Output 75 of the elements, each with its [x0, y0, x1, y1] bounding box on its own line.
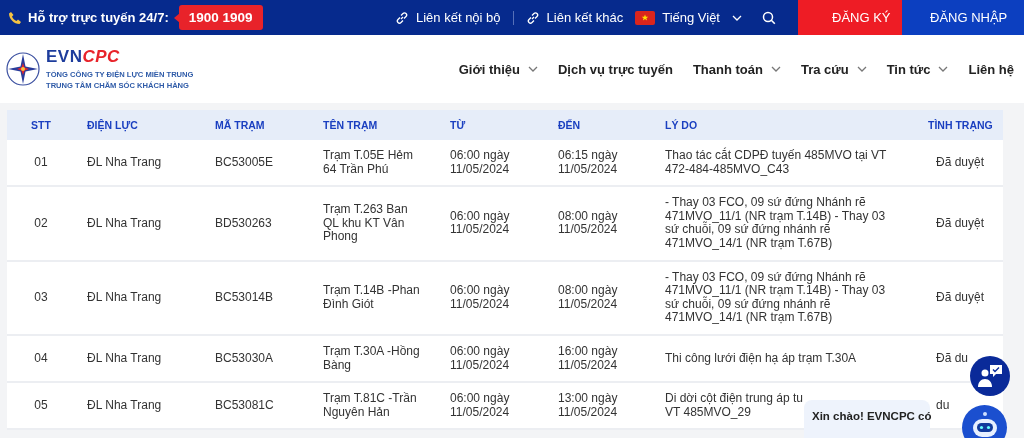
column-header: TÊN TRẠM	[311, 110, 438, 140]
table-cell: Trạm T.14B -Phan Đình Giót	[323, 283, 420, 311]
table-cell: 06:15 ngày 11/05/2024	[558, 148, 618, 176]
chevron-down-icon	[528, 66, 538, 72]
table-cell: BC53005E	[215, 154, 274, 169]
table-cell: Đã du	[936, 350, 969, 365]
support-agent-icon	[977, 364, 1003, 388]
table-cell: 08:00 ngày 11/05/2024	[558, 208, 618, 237]
table-cell: Thi công lưới điện hạ áp trạm T.30A	[665, 350, 857, 365]
chevron-down-icon	[938, 66, 949, 72]
nav-item[interactable]: Tra cứu	[800, 61, 867, 77]
table-cell: 03	[34, 289, 48, 304]
language-dropdown[interactable]: Tiếng Việt	[662, 10, 742, 25]
table-cell: ĐL Nha Trang	[87, 215, 162, 230]
column-header: ĐẾN	[546, 110, 653, 140]
table-cell: Đã duyệt	[936, 154, 985, 169]
logo-wordmark: EVNCPC	[46, 47, 121, 67]
nav-item[interactable]: Dịch vụ trực tuyến	[558, 61, 673, 77]
external-link[interactable]: Liên kết khác	[525, 10, 624, 25]
table-cell: Đã duyệt	[936, 215, 985, 230]
table-cell: BD530263	[215, 215, 272, 230]
support-label: Hỗ trợ trực tuyến 24/7:	[28, 10, 169, 25]
login-button[interactable]: ĐĂNG NHẬP	[902, 0, 1024, 35]
table-cell: Trạm T.05E Hẻm 64 Trần Phú	[323, 148, 414, 176]
table-cell: BC53081C	[215, 397, 274, 412]
flag-icon	[635, 10, 656, 25]
column-header: ĐIỆN LỰC	[75, 110, 203, 140]
table-cell: 04	[34, 350, 48, 365]
link-icon	[525, 10, 540, 25]
table-cell: 08:00 ngày 11/05/2024	[558, 283, 618, 311]
table-cell: 06:00 ngày 11/05/2024	[450, 343, 510, 372]
table-cell: Thao tác cắt CDPĐ tuyến 485MVO tại VT 472-484-485MVO_C43	[665, 148, 887, 176]
table-cell: - Thay 03 FCO, 09 sứ đứng Nhánh rẽ 471MVO_11/1 (NR trạm T.14B) - Thay 03 sứ chuỗi, 09 sứ đứng nhánh rẽ 471MVO_14/1 (NR trạm T.67B)	[665, 195, 886, 250]
table-cell: Trạm T.263 Ban QL khu KT Vân Phong	[323, 202, 408, 244]
table-cell: BC53030A	[215, 350, 274, 365]
table-cell: 01	[34, 154, 48, 169]
table-cell: Đã duyệt	[936, 289, 985, 304]
column-header: TỪ	[438, 110, 546, 140]
nav-item[interactable]: Thanh toán	[692, 61, 781, 77]
internal-link[interactable]: Liên kết nội bộ	[395, 10, 501, 25]
table-cell: ĐL Nha Trang	[87, 397, 162, 412]
nav-item[interactable]: Liên hệ	[968, 61, 1014, 77]
table-cell: ĐL Nha Trang	[87, 289, 162, 304]
table-cell: 02	[34, 215, 48, 230]
table-cell: ĐL Nha Trang	[87, 350, 162, 365]
link-icon	[395, 10, 409, 25]
table-cell: 05	[34, 397, 48, 412]
column-header: LÝ DO	[653, 110, 900, 140]
chevron-down-icon	[732, 14, 742, 21]
table-cell: 13:00 ngày 11/05/2024	[558, 391, 618, 419]
table-cell: 06:00 ngày 11/05/2024	[450, 391, 510, 419]
table-cell: du	[936, 397, 950, 412]
column-header: MÃ TRẠM	[203, 110, 311, 140]
logo-icon	[6, 52, 40, 86]
column-header: TÌNH TRẠNG	[900, 110, 1003, 140]
chevron-down-icon	[770, 66, 781, 72]
table-cell: - Thay 03 FCO, 09 sứ đứng Nhánh rẽ 471MVO_11/1 (NR trạm T.14B) - Thay 03 sứ chuỗi, 09 sứ đứng nhánh rẽ 471MVO_14/1 (NR trạm T.67B)	[665, 269, 886, 325]
nav-item[interactable]: Giới thiệu	[458, 61, 538, 77]
column-header: STT	[7, 110, 75, 140]
register-button[interactable]: ĐĂNG KÝ	[798, 0, 902, 35]
table-cell: 06:00 ngày 11/05/2024	[450, 148, 510, 176]
nav-item[interactable]: Tin tức	[886, 61, 949, 77]
table-cell: ĐL Nha Trang	[87, 154, 162, 169]
search-icon[interactable]	[762, 10, 776, 25]
table-cell: Di dời cột điện trung áp tu VT 485MVO_29	[665, 391, 803, 419]
robot-icon	[970, 411, 999, 437]
table-cell: 16:00 ngày 11/05/2024	[558, 343, 618, 372]
table-cell: Trạm T.30A -Hồng Bàng	[323, 343, 420, 372]
table-cell: BC53014B	[215, 289, 274, 304]
table-cell: Trạm T.81C -Trần Nguyên Hản	[323, 391, 417, 419]
chat-greeting-bubble: Xin chào! EVNCPC có	[804, 400, 930, 438]
table-cell: 06:00 ngày 11/05/2024	[450, 208, 510, 237]
phone-icon	[8, 10, 22, 25]
table-cell: 06:00 ngày 11/05/2024	[450, 283, 510, 311]
chevron-down-icon	[856, 66, 867, 72]
